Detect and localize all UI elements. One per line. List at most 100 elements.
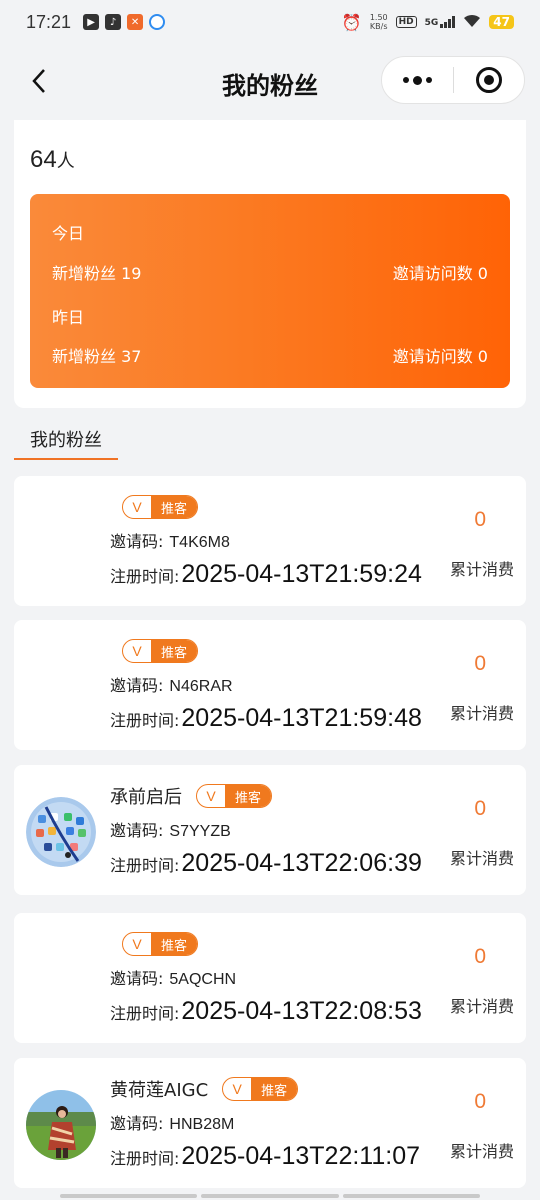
status-bar: 17:21 ▶ ♪ ✕ ⏰ 1.50 KB/s HD 5G 47 [0,0,540,44]
status-time: 17:21 [26,11,72,32]
invite-code-value: S7YYZB [169,823,231,840]
tab-my-fans[interactable]: 我的粉丝 [14,426,118,460]
badge-label: 推客 [225,785,272,807]
yesterday-label: 昨日 [52,308,85,327]
more-dots-icon [402,77,409,83]
fan-name-row: V 推客 [122,494,199,520]
register-time-label: 注册时间: [110,856,180,875]
fan-name: 承前启后 [110,787,182,808]
register-time-value: 2025-04-13T21:59:24 [181,560,422,588]
fan-name-row: 黄荷莲AIGC V 推客 [110,1076,299,1102]
yesterday-invite-visits: 邀请访问数 0 [392,347,488,366]
total-spend-label: 累计消费 [449,560,514,579]
mini-program-capsule [381,56,525,104]
promoter-badge: V 推客 [122,639,199,663]
register-time-row: 注册时间: 2025-04-13T22:08:53 [110,997,422,1026]
home-indicator [60,1194,480,1198]
register-time-row: 注册时间: 2025-04-13T22:11:07 [110,1142,420,1171]
invite-code-value: N46RAR [169,678,233,695]
total-spend-value: 0 [474,797,486,820]
video-app-icon: ▶ [83,14,100,30]
promoter-badge: V 推客 [122,495,199,519]
avatar[interactable] [26,797,96,867]
badge-label: 推客 [151,933,198,955]
fan-card[interactable]: V 推客 邀请码: N46RAR 注册时间: 2025-04-13T21:59:48… [14,620,526,750]
network-type: 5G [424,18,439,28]
fan-name-row: 承前启后 V 推客 [110,783,273,809]
fan-card[interactable]: 黄荷莲AIGC V 推客 邀请码: HNB28M 注册时间: 2025-04-13T… [14,1058,526,1188]
today-new-fans: 新增粉丝 19 [52,264,142,283]
total-fans-count: 64人 [30,146,75,174]
invite-code-row: 邀请码: 5AQCHN [110,965,236,989]
wifi-icon [463,14,481,31]
invite-code-label: 邀请码: [110,969,164,988]
total-spend-label: 累计消费 [449,997,514,1016]
register-time-label: 注册时间: [110,1149,180,1168]
total-spend-value: 0 [474,1090,486,1113]
speed-unit: KB/s [369,22,388,31]
register-time-label: 注册时间: [110,567,180,586]
promoter-badge: V 推客 [222,1077,299,1101]
total-fans-value: 64 [30,146,57,173]
invite-code-row: 邀请码: N46RAR [110,672,233,696]
network-speed: 1.50 KB/s [370,13,388,31]
register-time-value: 2025-04-13T22:08:53 [181,997,422,1025]
promoter-badge: V 推客 [122,932,199,956]
speed-value: 1.50 [369,13,388,22]
invite-code-value: HNB28M [169,1116,235,1133]
status-app-icons: ▶ ♪ ✕ [83,14,166,30]
cellular-signal-icon: 5G [425,16,456,28]
battery-icon: 47 [489,15,514,29]
total-spend-value: 0 [474,652,486,675]
vip-icon: V [232,1081,242,1097]
hd-icon: HD [395,16,417,28]
total-fans-unit: 人 [56,151,75,172]
fan-card[interactable]: V 推客 邀请码: 5AQCHN 注册时间: 2025-04-13T22:08:53… [14,913,526,1043]
target-close-icon [475,67,502,93]
browser-icon [149,14,166,30]
fan-card[interactable]: 承前启后 V 推客 邀请码: S7YYZB 注册时间: 2025-04-13T22:… [14,765,526,895]
total-spend-value: 0 [474,945,486,968]
register-time-label: 注册时间: [110,711,180,730]
vip-icon: V [206,788,216,804]
promoter-badge: V 推客 [196,784,273,808]
register-time-value: 2025-04-13T21:59:48 [181,704,422,732]
total-spend-label: 累计消费 [449,849,514,868]
register-time-row: 注册时间: 2025-04-13T22:06:39 [110,849,422,878]
invite-code-label: 邀请码: [110,821,164,840]
badge-label: 推客 [251,1078,298,1100]
total-spend-value: 0 [474,508,486,531]
fan-name-row: V 推客 [122,638,199,664]
yesterday-new-fans: 新增粉丝 37 [52,347,142,366]
today-label: 今日 [52,224,85,243]
vip-icon: V [132,643,142,659]
tiktok-icon: ♪ [105,14,122,30]
today-invite-visits: 邀请访问数 0 [392,264,488,283]
fan-name-row: V 推客 [122,931,199,957]
avatar[interactable] [26,1090,96,1160]
vip-icon: V [132,936,142,952]
fan-card[interactable]: V 推客 邀请码: T4K6M8 注册时间: 2025-04-13T21:59:24… [14,476,526,606]
total-spend-label: 累计消费 [449,1142,514,1161]
invite-code-label: 邀请码: [110,532,164,551]
invite-code-row: 邀请码: T4K6M8 [110,528,230,552]
status-indicators: ⏰ 1.50 KB/s HD 5G 47 [342,13,514,32]
vip-icon: V [132,499,142,515]
register-time-value: 2025-04-13T22:11:07 [181,1142,421,1170]
invite-code-row: 邀请码: S7YYZB [110,817,231,841]
fan-name: 黄荷莲AIGC [110,1080,209,1101]
invite-code-value: 5AQCHN [169,971,237,988]
more-options-button[interactable] [382,57,453,103]
badge-label: 推客 [151,496,198,518]
fans-summary-card: 64人 今日 新增粉丝 19 邀请访问数 0 昨日 新增粉丝 37 邀请访问数 … [14,120,526,408]
register-time-label: 注册时间: [110,1004,180,1023]
close-mini-program-button[interactable] [454,57,525,103]
app-notification-icon: ✕ [127,14,144,30]
invite-code-value: T4K6M8 [169,534,230,551]
register-time-value: 2025-04-13T22:06:39 [181,849,422,877]
stats-panel: 今日 新增粉丝 19 邀请访问数 0 昨日 新增粉丝 37 邀请访问数 0 [30,194,510,388]
badge-label: 推客 [151,640,198,662]
nav-bar: 我的粉丝 [0,44,540,120]
total-spend-label: 累计消费 [449,704,514,723]
invite-code-label: 邀请码: [110,1114,164,1133]
